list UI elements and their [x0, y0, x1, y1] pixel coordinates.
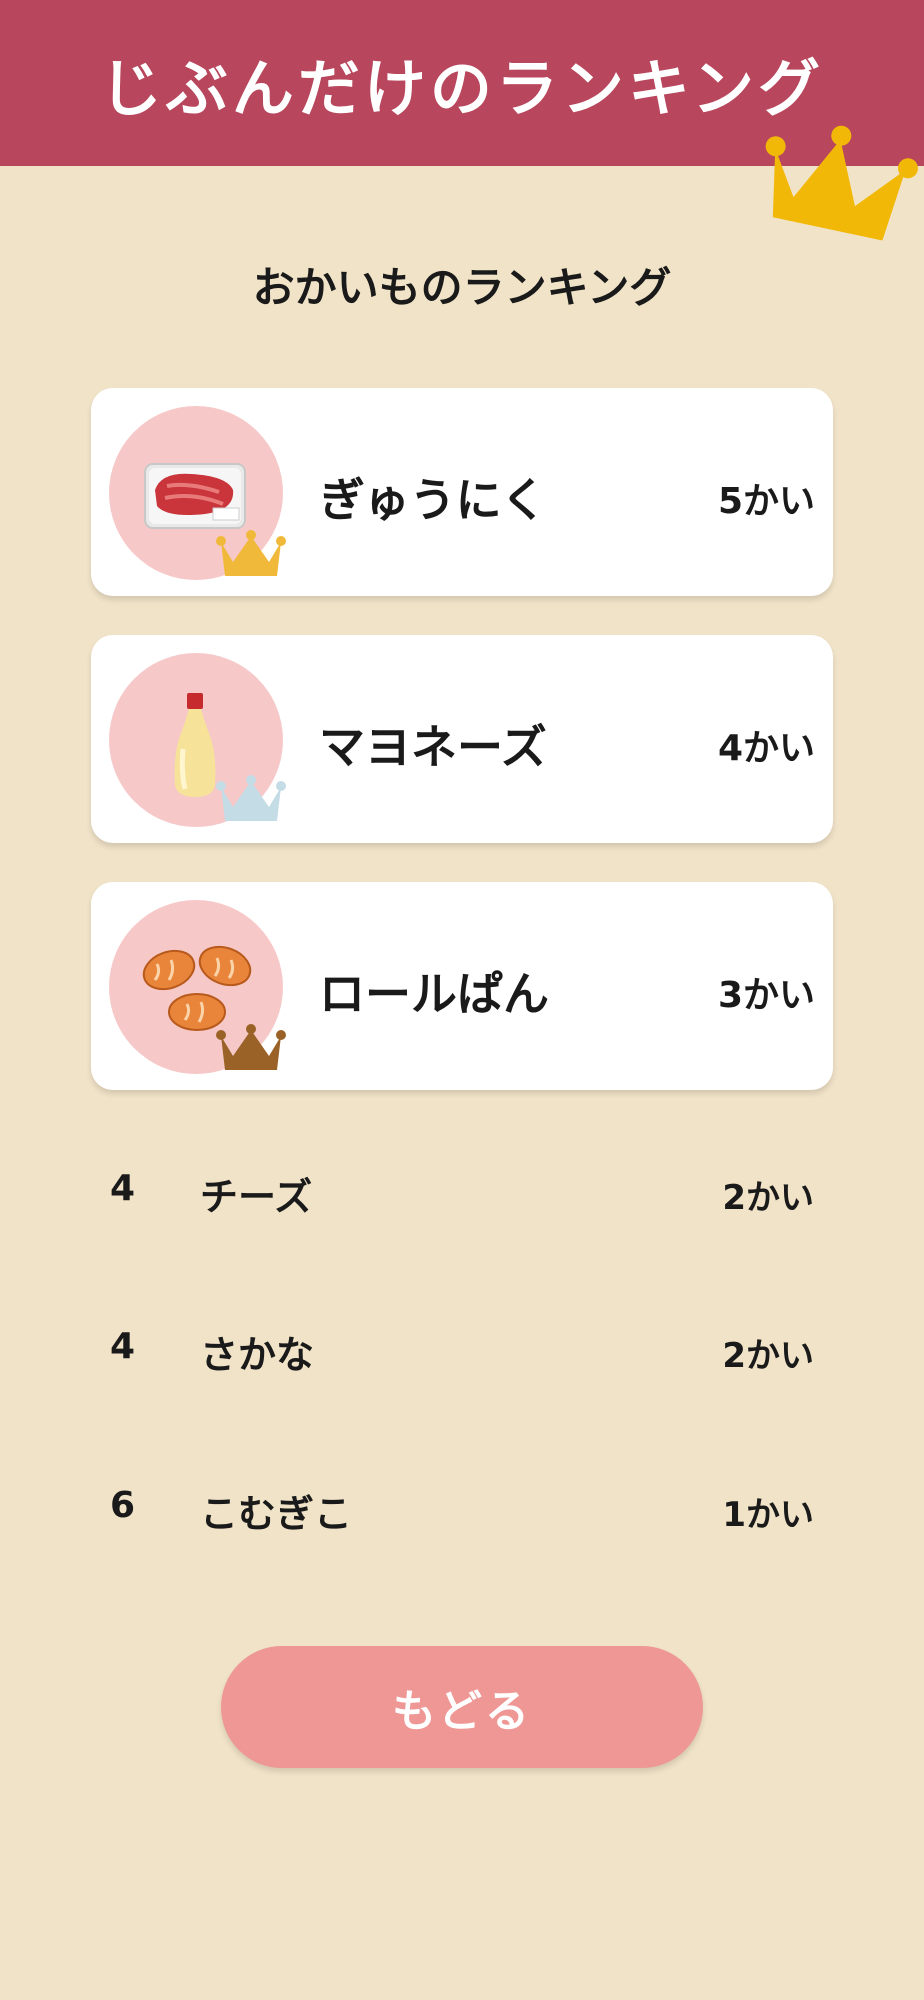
item-name: ぎゅうにく — [319, 473, 547, 527]
row-count: 2かい — [722, 1336, 814, 1376]
row-rank: 4 — [110, 1168, 136, 1209]
ranking-row-6[interactable]: 6 こむぎこ 1かい — [0, 1485, 924, 1545]
ranking-row-5[interactable]: 4 さかな 2かい — [0, 1326, 924, 1386]
bronze-crown-icon — [216, 1024, 286, 1070]
item-count: 3かい — [717, 975, 815, 1016]
item-name: ロールぱん — [319, 967, 549, 1021]
gold-crown-icon — [216, 530, 286, 576]
ranking-card-3[interactable]: ロールぱん 3かい — [91, 882, 833, 1090]
row-count: 1かい — [722, 1495, 814, 1535]
ranking-card-2[interactable]: マヨネーズ 4かい — [91, 635, 833, 843]
item-count: 4かい — [717, 728, 815, 769]
row-name: さかな — [200, 1333, 315, 1377]
item-count: 5かい — [717, 481, 815, 522]
ranking-row-4[interactable]: 4 チーズ 2かい — [0, 1168, 924, 1228]
crown-icon — [765, 125, 918, 241]
row-name: チーズ — [200, 1175, 313, 1219]
row-rank: 4 — [110, 1326, 136, 1367]
item-name: マヨネーズ — [319, 720, 547, 774]
page-title: おかいものランキング — [252, 263, 672, 312]
silver-crown-icon — [216, 775, 286, 821]
row-name: こむぎこ — [200, 1492, 353, 1536]
row-rank: 6 — [110, 1485, 136, 1526]
back-button[interactable]: もどる — [221, 1646, 703, 1768]
ranking-card-1[interactable]: ぎゅうにく 5かい — [91, 388, 833, 596]
row-count: 2かい — [722, 1178, 814, 1218]
